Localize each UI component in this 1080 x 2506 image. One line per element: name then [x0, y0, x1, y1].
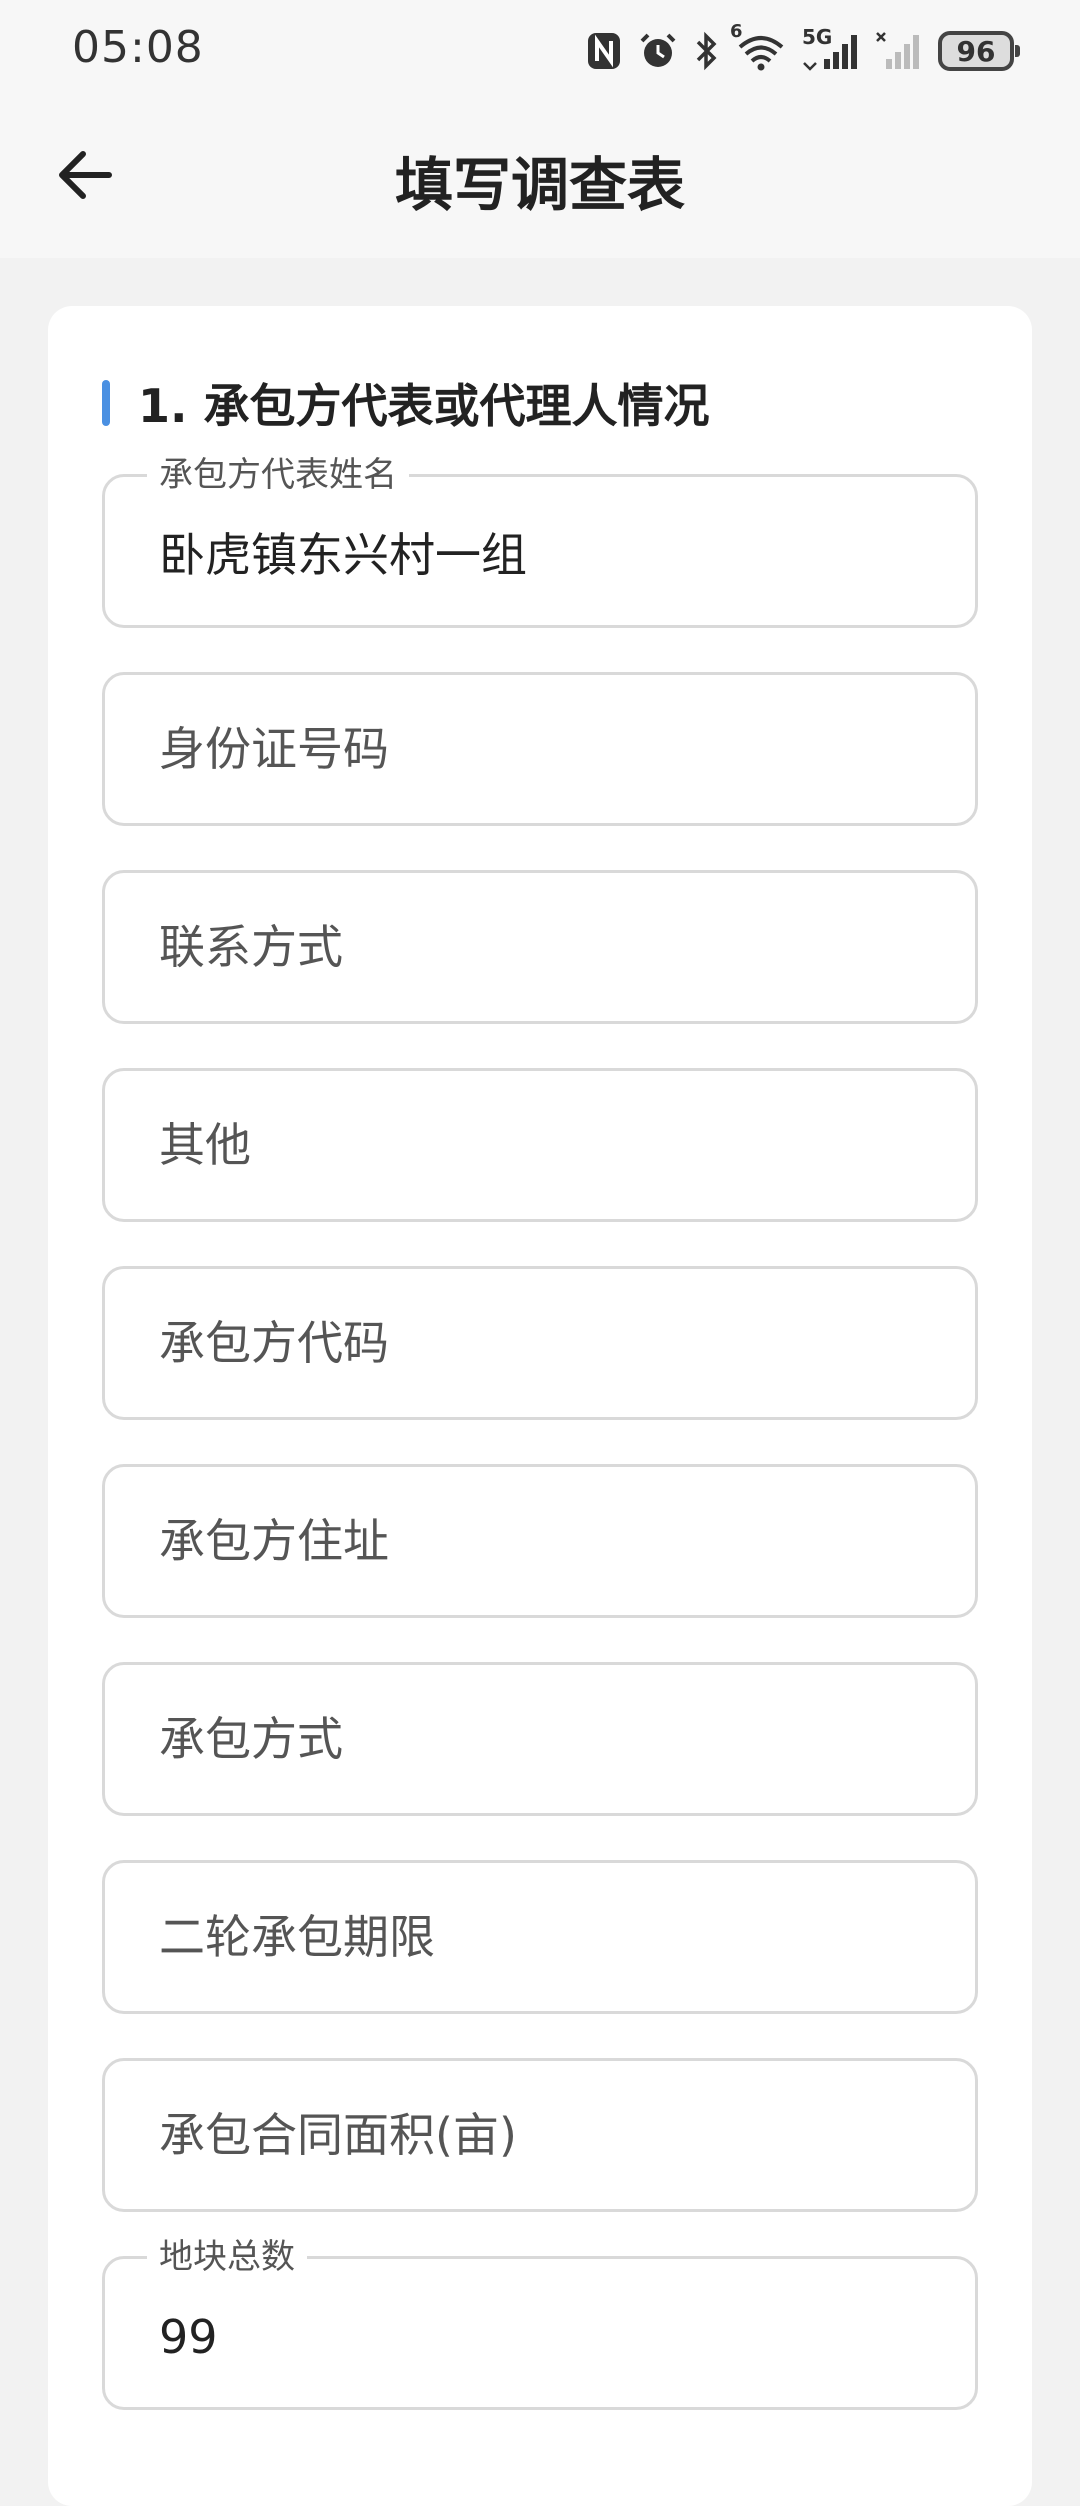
contract-method-field[interactable]: 承包方式 — [102, 1662, 978, 1816]
representative-name-field[interactable]: 承包方代表姓名 卧虎镇东兴村一组 — [102, 455, 978, 628]
signal-no-sim-icon — [876, 31, 922, 71]
id-number-field[interactable]: 身份证号码 — [102, 672, 978, 826]
field-placeholder: 承包方式 — [159, 1712, 343, 1766]
field-placeholder: 其他 — [159, 1118, 251, 1172]
status-icons: 6 5G 96 — [586, 21, 1020, 74]
contract-area-field[interactable]: 承包合同面积(亩) — [102, 2058, 978, 2212]
section-title: 1. 承包方代表或代理人情况 — [138, 379, 710, 433]
app-bar: 填写调查表 — [0, 100, 1080, 258]
wifi-icon: 6 — [730, 21, 786, 71]
status-time: 05:08 — [72, 22, 204, 73]
page-title: 填写调查表 — [394, 151, 685, 219]
field-placeholder: 身份证号码 — [159, 722, 389, 776]
field-placeholder: 承包合同面积(亩) — [159, 2108, 517, 2162]
battery-icon: 96 — [938, 31, 1020, 71]
field-value: 99 — [159, 2310, 218, 2364]
network-label: 5G — [802, 25, 833, 49]
section-header: 1. 承包方代表或代理人情况 — [102, 370, 710, 436]
section-accent-bar — [102, 380, 110, 426]
contractor-address-field[interactable]: 承包方住址 — [102, 1464, 978, 1618]
form-card: 1. 承包方代表或代理人情况 承包方代表姓名 卧虎镇东兴村一组 身份证号码 联系… — [48, 306, 1032, 2506]
contact-field[interactable]: 联系方式 — [102, 870, 978, 1024]
contractor-code-field[interactable]: 承包方代码 — [102, 1266, 978, 1420]
second-round-term-field[interactable]: 二轮承包期限 — [102, 1860, 978, 2014]
form-fields: 承包方代表姓名 卧虎镇东兴村一组 身份证号码 联系方式 其他 承包方代码 承包方… — [102, 455, 978, 2454]
plot-count-field[interactable]: 地块总数 99 — [102, 2237, 978, 2410]
field-value: 卧虎镇东兴村一组 — [159, 528, 527, 582]
field-placeholder: 承包方代码 — [159, 1316, 389, 1370]
wifi-label: 6 — [730, 21, 743, 42]
alarm-icon — [638, 31, 678, 71]
field-placeholder: 承包方住址 — [159, 1514, 389, 1568]
bluetooth-icon — [694, 31, 720, 71]
nfc-icon — [586, 31, 622, 71]
signal-5g-icon: 5G — [802, 25, 860, 71]
status-bar: 05:08 6 5G 96 — [0, 0, 1080, 100]
field-placeholder: 联系方式 — [159, 920, 343, 974]
field-placeholder: 二轮承包期限 — [159, 1910, 435, 1964]
other-field[interactable]: 其他 — [102, 1068, 978, 1222]
